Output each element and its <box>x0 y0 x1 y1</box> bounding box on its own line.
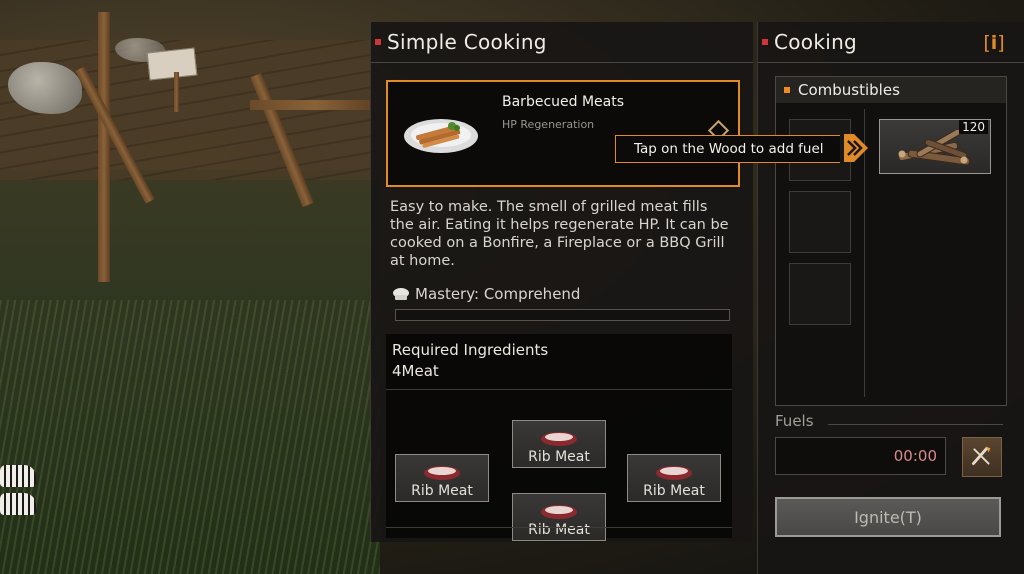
bracket-right: ] <box>997 32 1005 54</box>
rib-meat-icon <box>541 505 577 519</box>
combustibles-section: Combustibles 120 <box>775 76 1007 406</box>
panel-title: Cooking <box>774 30 858 54</box>
mastery-label: Mastery: Comprehend <box>415 285 581 303</box>
signpost-pole <box>174 72 179 112</box>
fuel-tooltip: Tap on the Wood to add fuel <box>615 135 840 163</box>
wood-logs-icon <box>898 130 971 166</box>
wood-item[interactable]: 120 <box>879 119 991 174</box>
divider <box>386 389 732 390</box>
ingredient-label: Rib Meat <box>528 449 590 465</box>
rib-meat-icon <box>541 432 577 446</box>
chef-hat-icon <box>393 288 409 300</box>
fuel-timer: 00:00 <box>775 437 946 475</box>
bracket-left: [ <box>983 32 991 54</box>
fence-post <box>98 12 110 282</box>
wood-count: 120 <box>959 120 988 134</box>
info-button[interactable]: [ i ] <box>981 32 1007 54</box>
grass <box>0 300 380 574</box>
recipe-effect: HP Regeneration <box>502 118 595 131</box>
recipe-name: Barbecued Meats <box>502 94 625 110</box>
divider <box>828 424 1003 425</box>
combustibles-title: Combustibles <box>798 81 900 99</box>
ingredients-title: Required Ingredients <box>392 341 549 359</box>
ingredient-slot[interactable]: Rib Meat <box>627 454 721 502</box>
ingredient-label: Rib Meat <box>528 522 590 538</box>
ingredient-slot[interactable]: Rib Meat <box>395 454 489 502</box>
character-shoe <box>0 465 36 487</box>
ingredient-label: Rib Meat <box>643 483 705 499</box>
divider <box>386 527 732 528</box>
cooking-fuel-panel: Cooking [ i ] Combustibles 120 Fuels 00:… <box>757 22 1024 574</box>
fuels-label: Fuels <box>775 412 814 430</box>
required-ingredients: Required Ingredients 4Meat Rib Meat Rib … <box>386 334 732 541</box>
ingredient-label: Rib Meat <box>411 483 473 499</box>
recipe-card[interactable]: Barbecued Meats HP Regeneration <box>386 80 740 187</box>
panel-title: Simple Cooking <box>387 30 547 54</box>
ingredients-requirement: 4Meat <box>392 362 439 380</box>
extinguish-icon <box>972 446 991 465</box>
mastery-row: Mastery: Comprehend <box>391 285 580 303</box>
simple-cooking-header: Simple Cooking <box>371 22 753 63</box>
title-bullet <box>375 39 381 45</box>
title-bullet <box>762 39 768 45</box>
rib-meat-icon <box>656 466 692 480</box>
chevron-right-icon <box>844 134 868 162</box>
mastery-progress-bar <box>395 309 730 321</box>
signpost <box>146 47 198 81</box>
section-bullet <box>784 87 790 93</box>
character-shoe <box>0 493 36 515</box>
ingredient-slot[interactable]: Rib Meat <box>512 420 606 468</box>
recipe-description: Easy to make. The smell of grilled meat … <box>390 199 729 269</box>
rib-meat-icon <box>424 466 460 480</box>
simple-cooking-panel: Simple Cooking Barbecued Meats HP Regene… <box>370 22 753 542</box>
fuel-slot-empty[interactable] <box>789 191 851 253</box>
extinguish-button[interactable] <box>962 437 1002 477</box>
game-world-background <box>0 0 380 574</box>
bbq-meat-plate-icon <box>404 119 478 153</box>
ingredient-slot[interactable]: Rib Meat <box>512 493 606 541</box>
ignite-button[interactable]: Ignite(T) <box>775 497 1001 537</box>
fence-rail <box>250 100 380 110</box>
cooking-header: Cooking [ i ] <box>758 22 1024 63</box>
fuel-slot-empty[interactable] <box>789 263 851 325</box>
combustibles-header: Combustibles <box>776 77 1006 103</box>
